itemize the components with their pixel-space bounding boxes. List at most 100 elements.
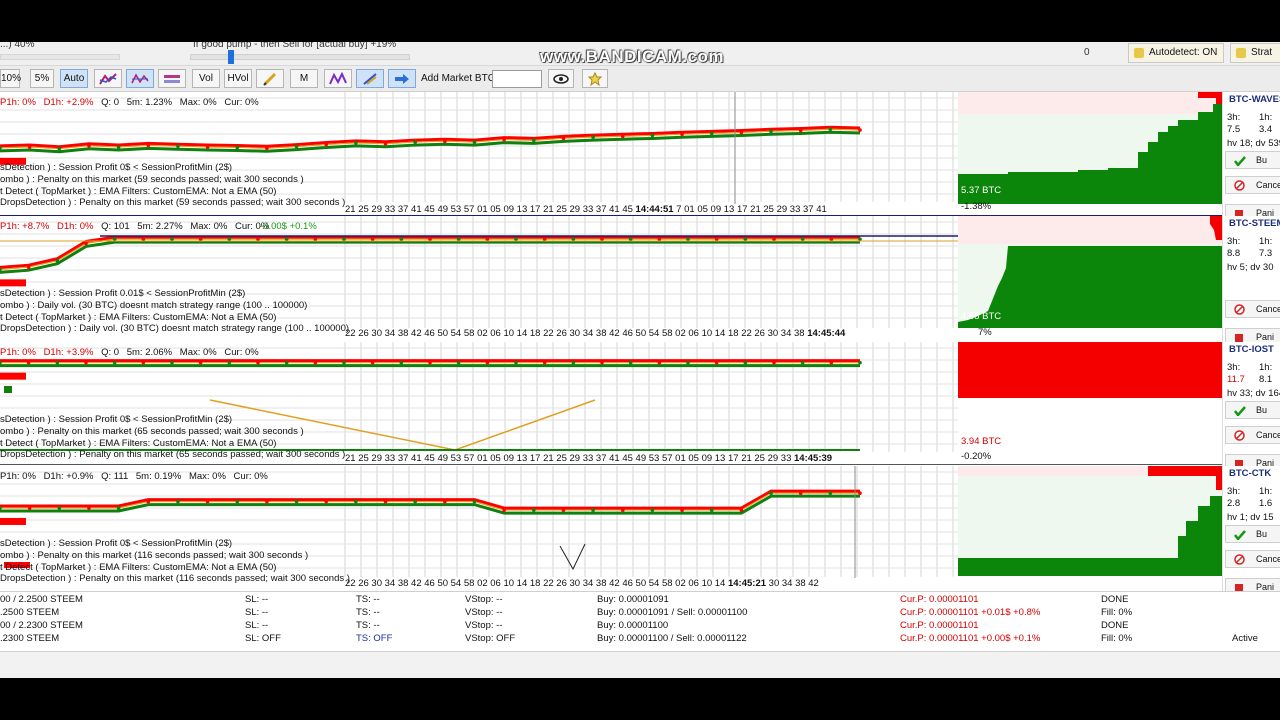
hvol-button[interactable]: HVol <box>224 69 252 88</box>
trend-lines-icon <box>99 72 117 85</box>
order-row[interactable]: 00 / 2.2500 STEEM SL: -- TS: -- VStop: -… <box>0 594 1280 607</box>
price-point <box>657 360 662 365</box>
price-point <box>600 237 604 241</box>
price-chart[interactable]: P1h: 0% D1h: +0.9% Q: 111 5m: 0.19% Max:… <box>0 466 958 591</box>
view-button[interactable] <box>548 69 574 88</box>
market-panel-waves: P1h: 0% D1h: +2.9% Q: 0 5m: 1.23% Max: 0… <box>0 92 1280 222</box>
left-slider-track[interactable] <box>0 54 120 60</box>
cancel-icon <box>1234 304 1245 315</box>
order-depth <box>958 466 1222 591</box>
pump-slider-track[interactable] <box>190 54 410 60</box>
buy-button[interactable]: Bu <box>1225 401 1280 419</box>
stat-q: Q: 101 <box>101 221 130 232</box>
price-point <box>650 133 655 138</box>
stat-d1h: D1h: +0.9% <box>43 471 94 482</box>
price-point <box>324 142 329 147</box>
draw-pencil-button[interactable] <box>256 69 284 88</box>
price-point <box>502 508 506 512</box>
pair-name: BTC-STEEM <box>1229 218 1280 229</box>
trend-toggle-button[interactable] <box>94 69 122 88</box>
favorite-button[interactable] <box>582 69 608 88</box>
price-point <box>472 499 477 504</box>
buy-button[interactable]: Bu <box>1225 151 1280 169</box>
order-buy: Buy: 0.00001091 <box>597 594 669 605</box>
price-point <box>55 360 60 365</box>
forward-button[interactable] <box>388 69 416 88</box>
strategy-button[interactable]: Strat <box>1230 43 1280 63</box>
label-3h: 3h: <box>1227 362 1241 373</box>
cancel-label: Cance <box>1256 304 1280 314</box>
price-point <box>591 508 595 512</box>
price-point <box>354 141 358 145</box>
pump-slider-thumb[interactable] <box>228 50 234 64</box>
strategy-label: Strat <box>1251 47 1273 58</box>
price-point <box>284 360 289 365</box>
buy-button[interactable]: Bu <box>1225 525 1280 543</box>
price-point <box>112 360 117 365</box>
panic-icon <box>1234 332 1244 342</box>
price-point <box>55 258 60 263</box>
cancel-button[interactable]: Cance <box>1225 550 1280 568</box>
buy-label: Bu <box>1256 155 1268 165</box>
line-tool-icon <box>363 72 377 85</box>
cancel-button[interactable]: Cance <box>1225 176 1280 194</box>
time-axis: 22 26 30 34 38 42 46 50 54 58 02 06 10 1… <box>345 578 819 589</box>
price-point <box>739 508 744 512</box>
bands-toggle-button[interactable] <box>158 69 186 88</box>
price-point <box>324 499 329 504</box>
buy-label: Bu <box>1256 405 1268 415</box>
price-chart[interactable]: P1h: +8.7% D1h: 0% Q: 101 5m: 2.27% Max:… <box>0 216 958 342</box>
bid-price-line <box>0 240 860 274</box>
add-market-input[interactable] <box>492 70 542 88</box>
panel-separator <box>0 464 1222 465</box>
order-row[interactable]: .2500 STEEM SL: -- TS: -- VStop: -- Buy:… <box>0 607 1280 620</box>
price-chart[interactable]: P1h: 0% D1h: +2.9% Q: 0 5m: 1.23% Max: 0… <box>0 92 958 216</box>
price-point <box>709 131 714 136</box>
hv-dv-text: hv 18; dv 539 <box>1227 138 1280 149</box>
price-point <box>456 360 461 365</box>
order-row[interactable]: 00 / 2.2300 STEEM SL: -- TS: -- VStop: -… <box>0 620 1280 633</box>
order-depth: 5.37 BTC -1.38% <box>958 92 1222 216</box>
order-vstop: VStop: OFF <box>465 633 516 644</box>
cancel-label: Cance <box>1256 554 1280 564</box>
volume-button[interactable]: Vol <box>192 69 220 88</box>
price-point <box>798 128 803 133</box>
pair-name: BTC-WAVES <box>1229 94 1280 105</box>
price-point <box>146 499 151 504</box>
depth-chart <box>958 466 1222 576</box>
price-point <box>828 491 833 495</box>
price-chart[interactable]: P1h: 0% D1h: +3.9% Q: 0 5m: 2.06% Max: 0… <box>0 342 958 466</box>
order-sl: SL: -- <box>245 594 269 605</box>
zoom-10-button[interactable]: 10% <box>0 69 21 88</box>
price-point <box>399 360 404 365</box>
order-amount: 00 / 2.2500 STEEM <box>0 594 83 605</box>
depth-chart <box>958 216 1222 328</box>
stat-5m: 5m: 1.23% <box>126 97 173 108</box>
signals-button[interactable] <box>324 69 352 88</box>
price-point <box>620 134 625 139</box>
autodetect-button[interactable]: Autodetect: ON <box>1128 43 1224 63</box>
order-vstop: VStop: -- <box>465 620 503 631</box>
zoom-5-button[interactable]: 5% <box>30 69 54 88</box>
depth-btc-label: 3.94 BTC <box>961 436 1002 447</box>
value-1h: 7.3 <box>1259 248 1273 259</box>
line-tool-button[interactable] <box>356 69 384 88</box>
bands-icon <box>164 74 180 83</box>
cancel-button[interactable]: Cance <box>1225 300 1280 318</box>
auto-button[interactable]: Auto <box>60 69 88 88</box>
price-point <box>284 237 289 241</box>
price-point <box>443 139 447 144</box>
price-point <box>858 128 862 132</box>
order-sl: SL: OFF <box>245 633 281 644</box>
message-line: DropsDetection ) : Penalty on this marke… <box>0 449 346 461</box>
axis-current-time: 14:44:51 <box>635 204 674 215</box>
m-button[interactable]: M <box>290 69 318 88</box>
price-point <box>561 508 566 512</box>
cancel-button[interactable]: Cance <box>1225 426 1280 444</box>
strategy-messages: sDetection ) : Session Profit 0$ < Sessi… <box>0 414 345 461</box>
order-row[interactable]: .2300 STEEM SL: OFF TS: OFF VStop: OFF B… <box>0 633 1280 646</box>
stat-d1h: D1h: +3.9% <box>43 347 94 358</box>
price-point <box>370 360 375 365</box>
indicator-toggle-button[interactable] <box>126 69 154 88</box>
price-point <box>176 144 180 149</box>
